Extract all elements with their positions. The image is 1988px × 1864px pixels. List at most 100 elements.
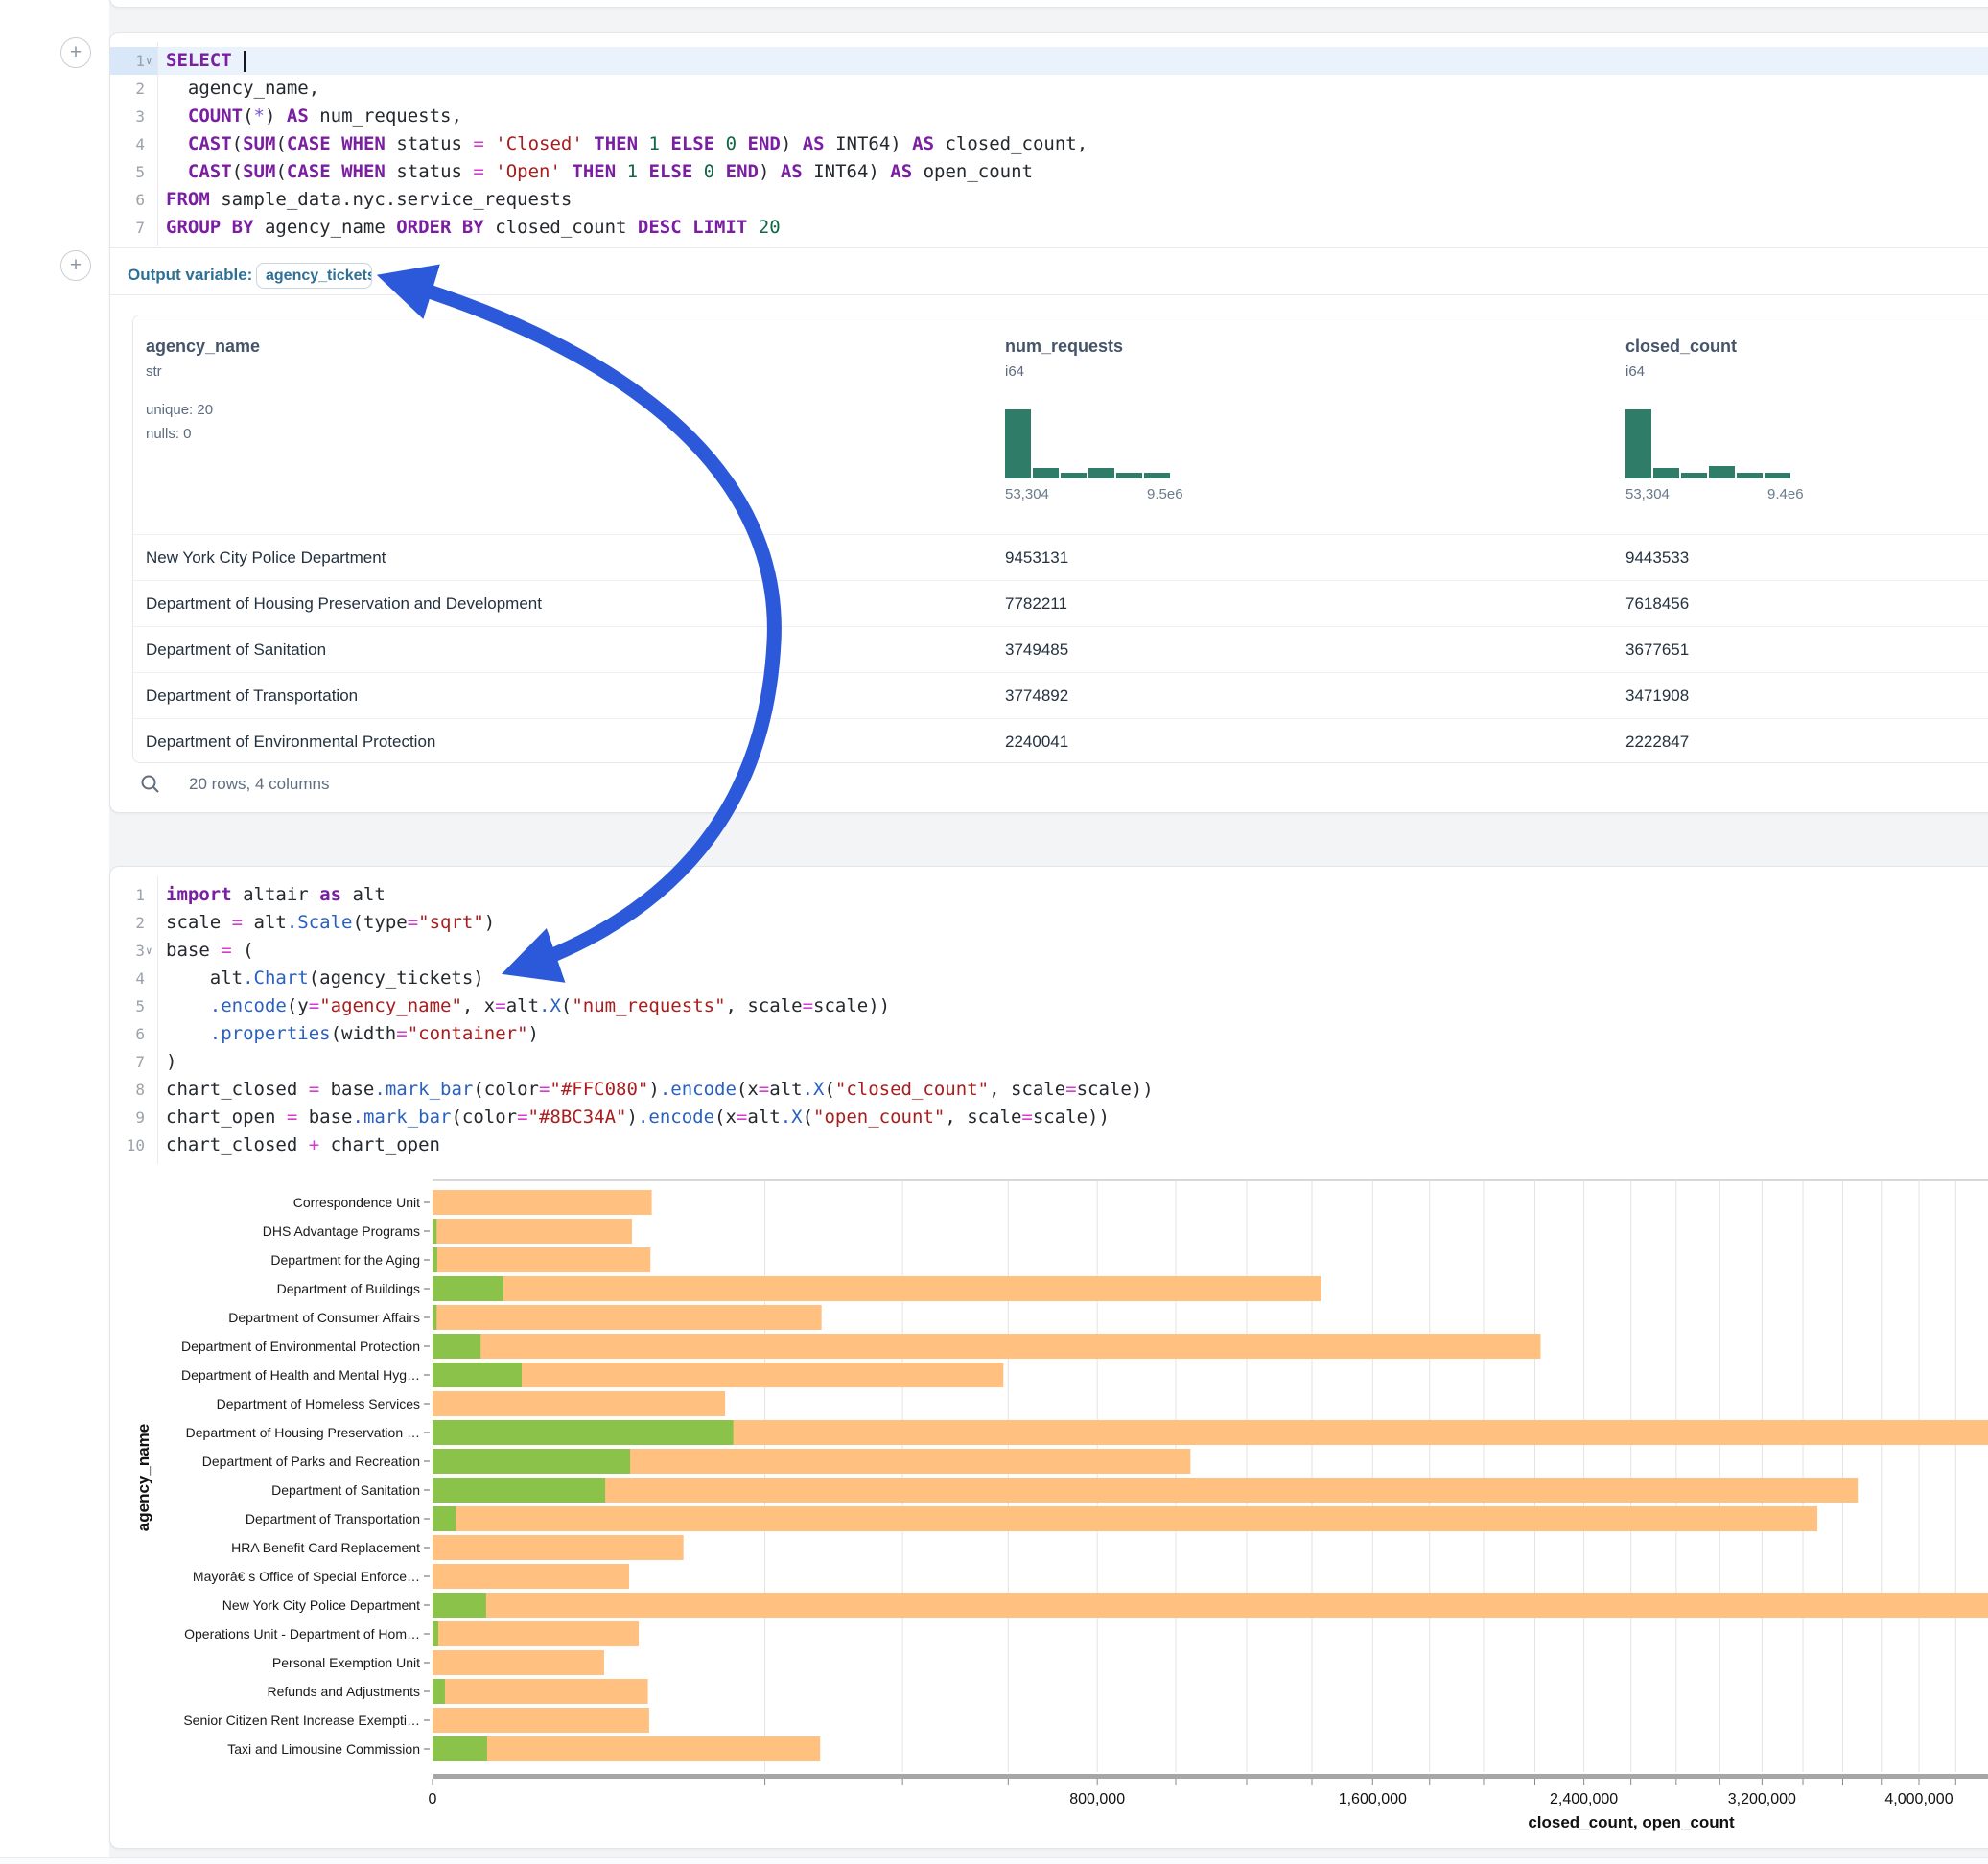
table-row[interactable]: Department of Housing Preservation and D… — [133, 580, 1988, 626]
line-number: 1 — [110, 881, 157, 909]
y-axis-label: Correspondence Unit — [293, 1195, 420, 1210]
open-count-bar[interactable] — [433, 1305, 436, 1330]
output-variable-label: Output variable: — [128, 266, 252, 285]
altair-bar-chart[interactable]: Correspondence Unit DHS Advantage Program… — [110, 1154, 1988, 1850]
code-text: base = ( — [166, 937, 254, 965]
open-count-bar[interactable] — [433, 1247, 437, 1272]
python-line-8[interactable]: 8chart_closed = base.mark_bar(color="#FF… — [110, 1076, 1988, 1104]
closed-count-bar[interactable] — [433, 1478, 1858, 1503]
chart-horizontal-scrollbar[interactable] — [433, 1774, 1988, 1779]
closed-count-bar[interactable] — [433, 1621, 639, 1646]
column-header-num_requests[interactable]: num_requests — [1005, 337, 1123, 357]
fold-chevron-icon[interactable]: ∨ — [146, 937, 152, 965]
table-cell: 3677651 — [1625, 627, 1689, 673]
python-code-editor[interactable]: 1 import altair as alt2scale = alt.Scale(… — [110, 881, 1988, 1159]
sql-line-5[interactable]: 5 CAST(SUM(CASE WHEN status = 'Open' THE… — [110, 158, 1988, 186]
table-cell: Department of Sanitation — [146, 627, 326, 673]
y-axis-label: Department of Housing Preservation … — [186, 1425, 420, 1440]
python-line-3[interactable]: 3∨base = ( — [110, 937, 1988, 965]
histogram-bar — [1765, 473, 1790, 478]
open-count-bar[interactable] — [433, 1449, 630, 1474]
code-text: ) — [166, 1048, 176, 1076]
open-count-bar[interactable] — [433, 1679, 445, 1704]
open-count-bar[interactable] — [433, 1363, 522, 1387]
closed-count-bar[interactable] — [433, 1334, 1540, 1359]
sql-line-6[interactable]: 6FROM sample_data.nyc.service_requests — [110, 186, 1988, 214]
python-cell[interactable]: 1 import altair as alt2scale = alt.Scale(… — [109, 866, 1988, 1849]
python-line-5[interactable]: 5 .encode(y="agency_name", x=alt.X("num_… — [110, 992, 1988, 1020]
sql-code-editor[interactable]: 1∨SELECT 2 agency_name,3 COUNT(*) AS num… — [110, 47, 1988, 242]
closed-count-bar[interactable] — [433, 1593, 1988, 1618]
column-header-closed_count[interactable]: closed_count — [1625, 337, 1737, 357]
column-header-agency_name[interactable]: agency_name — [146, 337, 260, 357]
python-line-2[interactable]: 2scale = alt.Scale(type="sqrt") — [110, 909, 1988, 937]
search-icon[interactable] — [139, 773, 162, 801]
output-variable-pill[interactable]: agency_tickets — [256, 263, 372, 289]
line-number: 5 — [110, 158, 157, 186]
open-count-bar[interactable] — [433, 1420, 734, 1445]
table-row[interactable]: Department of Environmental Protection22… — [133, 718, 1988, 763]
table-row[interactable]: New York City Police Department945313194… — [133, 534, 1988, 580]
x-axis-title: closed_count, open_count — [1528, 1813, 1735, 1831]
y-axis-label: Department of Environmental Protection — [181, 1339, 420, 1354]
closed-count-bar[interactable] — [433, 1276, 1321, 1301]
histogram-bar — [1116, 473, 1142, 478]
fold-chevron-icon[interactable]: ∨ — [146, 47, 152, 75]
y-axis-label: DHS Advantage Programs — [263, 1223, 420, 1239]
previous-cell-edge — [109, 0, 1988, 8]
python-line-1[interactable]: 1 import altair as alt — [110, 881, 1988, 909]
add-cell-button-top[interactable]: + — [60, 37, 91, 68]
table-row[interactable]: Department of Sanitation37494853677651 — [133, 626, 1988, 672]
line-number: 5 — [110, 992, 157, 1020]
table-cell: 2240041 — [1005, 719, 1068, 763]
open-count-bar[interactable] — [433, 1506, 456, 1531]
y-axis-label: Department of Buildings — [277, 1281, 420, 1296]
sql-line-3[interactable]: 3 COUNT(*) AS num_requests, — [110, 103, 1988, 130]
sql-cell[interactable]: 1∨SELECT 2 agency_name,3 COUNT(*) AS num… — [109, 32, 1988, 813]
histogram-bar — [1737, 473, 1763, 478]
code-text: import altair as alt — [166, 881, 386, 909]
histogram-bar — [1681, 473, 1707, 478]
histogram-max-label: 9.5e6 — [1147, 486, 1183, 502]
python-line-7[interactable]: 7) — [110, 1048, 1988, 1076]
table-cell: New York City Police Department — [146, 535, 386, 581]
open-count-bar[interactable] — [433, 1593, 486, 1618]
code-text: scale = alt.Scale(type="sqrt") — [166, 909, 495, 937]
closed-count-bar[interactable] — [433, 1708, 649, 1733]
closed-count-bar[interactable] — [433, 1679, 648, 1704]
closed-count-bar[interactable] — [433, 1305, 822, 1330]
sql-line-4[interactable]: 4 CAST(SUM(CASE WHEN status = 'Closed' T… — [110, 130, 1988, 158]
open-count-bar[interactable] — [433, 1736, 487, 1761]
python-line-9[interactable]: 9chart_open = base.mark_bar(color="#8BC3… — [110, 1104, 1988, 1131]
line-number: 6 — [110, 1020, 157, 1048]
closed-count-bar[interactable] — [433, 1650, 604, 1675]
sql-line-1[interactable]: 1∨SELECT — [110, 47, 1988, 75]
closed-count-bar[interactable] — [433, 1535, 684, 1560]
table-cell: Department of Transportation — [146, 673, 358, 719]
open-count-bar[interactable] — [433, 1334, 480, 1359]
closed-count-bar[interactable] — [433, 1564, 629, 1589]
closed-count-bar[interactable] — [433, 1190, 652, 1215]
y-axis-label: Senior Citizen Rent Increase Exempti… — [183, 1713, 420, 1728]
text-cursor — [244, 51, 246, 72]
code-text: SELECT — [166, 47, 246, 75]
open-count-bar[interactable] — [433, 1621, 438, 1646]
add-cell-button-output[interactable]: + — [60, 250, 91, 281]
open-count-bar[interactable] — [433, 1276, 503, 1301]
python-line-6[interactable]: 6 .properties(width="container") — [110, 1020, 1988, 1048]
dataframe-preview[interactable]: agency_namestrunique: 20nulls: 0num_requ… — [132, 315, 1988, 763]
sql-line-2[interactable]: 2 agency_name, — [110, 75, 1988, 103]
closed-count-bar[interactable] — [433, 1391, 725, 1416]
y-axis-label: New York City Police Department — [222, 1597, 420, 1613]
line-number: 4 — [110, 965, 157, 992]
closed-count-bar[interactable] — [433, 1219, 632, 1244]
closed-count-bar[interactable] — [433, 1247, 650, 1272]
closed-count-bar[interactable] — [433, 1736, 820, 1761]
closed-count-bar[interactable] — [433, 1506, 1817, 1531]
code-text: GROUP BY agency_name ORDER BY closed_cou… — [166, 214, 781, 242]
open-count-bar[interactable] — [433, 1478, 605, 1503]
python-line-4[interactable]: 4 alt.Chart(agency_tickets) — [110, 965, 1988, 992]
sql-line-7[interactable]: 7GROUP BY agency_name ORDER BY closed_co… — [110, 214, 1988, 242]
open-count-bar[interactable] — [433, 1219, 436, 1244]
table-row[interactable]: Department of Transportation377489234719… — [133, 672, 1988, 718]
